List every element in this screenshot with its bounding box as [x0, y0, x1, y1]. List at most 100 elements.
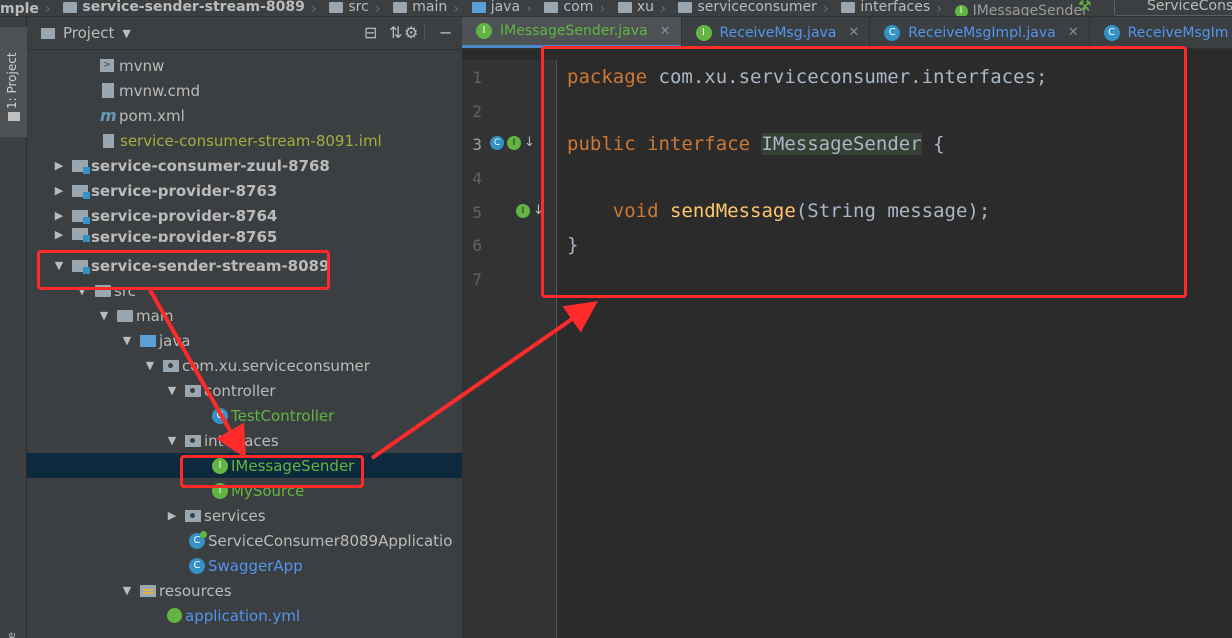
folder-icon — [329, 1, 344, 13]
run-configuration-select[interactable]: ServiceCons — [1114, 0, 1232, 16]
scroll-from-source-icon[interactable]: ⇅ — [389, 23, 402, 42]
breadcrumb-serviceconsumer[interactable]: serviceconsumer — [676, 0, 817, 14]
breadcrumb-interfaces[interactable]: interfaces — [839, 0, 930, 14]
package-icon — [617, 1, 632, 13]
spring-boot-class-icon: C — [189, 530, 207, 549]
chevron-right-icon: › — [45, 0, 51, 17]
bottom-tool-label[interactable]: e — [5, 632, 18, 638]
gear-icon[interactable]: ⚙ — [404, 23, 418, 42]
expand-arrow-icon[interactable]: ▶ — [54, 159, 64, 172]
spring-bean-icon: C — [490, 135, 504, 150]
collapse-arrow-icon[interactable]: ▼ — [122, 584, 132, 597]
tree-row-main[interactable]: ▼ main — [27, 303, 462, 328]
highlight-box-code — [541, 46, 1187, 298]
hide-icon[interactable]: − — [439, 23, 452, 42]
chevron-right-icon: › — [526, 0, 532, 17]
breadcrumb-label: java — [490, 0, 521, 15]
expand-arrow-icon[interactable]: ▶ — [54, 228, 64, 241]
tree-row-mvnw-cmd[interactable]: mvnw.cmd — [27, 78, 462, 103]
chevron-right-icon: › — [660, 0, 666, 17]
line-number: 4 — [472, 169, 482, 188]
module-icon — [72, 184, 90, 199]
collapse-arrow-icon[interactable]: ▼ — [167, 384, 177, 397]
tree-row-provider-8764[interactable]: ▶ service-provider-8764 — [27, 203, 462, 228]
close-icon[interactable]: ✕ — [660, 24, 671, 39]
project-tool-tab[interactable]: 1: Project — [0, 27, 27, 137]
gutter-markers-line-5[interactable]: I ↓ — [516, 203, 544, 218]
breadcrumb-label: service-sender-stream-8089 — [82, 0, 305, 15]
class-icon: C — [884, 24, 901, 41]
tree-row-iml[interactable]: service-consumer-stream-8091.iml — [27, 128, 462, 153]
tab-label: ReceiveMsgImpl.java — [908, 24, 1056, 41]
chevron-right-icon: › — [823, 0, 829, 17]
collapse-all-icon[interactable]: ⊟ — [364, 23, 377, 42]
tree-row-provider-8763[interactable]: ▶ service-provider-8763 — [27, 178, 462, 203]
gutter-markers-line-3[interactable]: C I ↓ — [490, 135, 535, 150]
tree-row-label: service-consumer-zuul-8768 — [91, 156, 330, 175]
breadcrumb-java[interactable]: java — [470, 0, 520, 14]
collapse-arrow-icon[interactable]: ▼ — [99, 309, 109, 322]
breadcrumb-label: mple — [0, 0, 39, 17]
tree-row-interfaces[interactable]: ▼ interfaces — [27, 428, 462, 453]
expand-arrow-icon[interactable]: ▶ — [167, 509, 177, 522]
close-icon[interactable]: ✕ — [1068, 25, 1079, 40]
project-panel-header: Project ▼ ⊟ ⇅ ⚙ − — [27, 17, 462, 50]
expand-arrow-icon[interactable]: ▶ — [54, 184, 64, 197]
tree-row-label: ServiceConsumer8089Applicatio — [208, 531, 453, 550]
build-hammer-icon[interactable]: ⚒ — [1078, 0, 1091, 14]
arrow-down-icon: ↓ — [524, 135, 535, 150]
breadcrumb-module[interactable]: service-sender-stream-8089 — [61, 0, 305, 14]
tab-receivemsgimpl[interactable]: C ReceiveMsgImpl.java ✕ — [870, 17, 1090, 48]
collapse-arrow-icon[interactable]: ▼ — [145, 359, 155, 372]
tree-row-label: mvnw.cmd — [119, 81, 201, 100]
tree-row-zuul-8768[interactable]: ▶ service-consumer-zuul-8768 — [27, 153, 462, 178]
source-folder-icon — [140, 334, 156, 347]
collapse-arrow-icon[interactable]: ▼ — [167, 434, 177, 447]
chevron-down-icon[interactable]: ▼ — [122, 27, 130, 40]
class-icon: C — [1103, 24, 1120, 41]
tree-row-mvnw[interactable]: > mvnw — [27, 53, 462, 78]
breadcrumb-com[interactable]: com — [542, 0, 593, 14]
navigation-bar: mple › service-sender-stream-8089 › src › m… — [0, 0, 1232, 17]
tree-row-application-yml[interactable]: application.yml — [27, 603, 462, 628]
breadcrumb-src[interactable]: src — [327, 0, 369, 14]
close-icon[interactable]: ✕ — [848, 25, 859, 40]
tree-row-label: service-provider-8764 — [91, 206, 278, 225]
implemented-icon: I — [516, 203, 530, 218]
tree-row-application-class[interactable]: C ServiceConsumer8089Applicatio — [27, 528, 462, 553]
tree-row-label: mvnw — [119, 56, 165, 75]
package-icon — [185, 384, 201, 397]
tree-row-controller[interactable]: ▼ controller — [27, 378, 462, 403]
tree-row-swaggerapp[interactable]: C SwaggerApp — [27, 553, 462, 578]
breadcrumb-main[interactable]: main — [391, 0, 447, 14]
tree-row-resources[interactable]: ▼ resources — [27, 578, 462, 603]
folder-icon — [8, 112, 20, 121]
chevron-right-icon: › — [936, 0, 942, 17]
tree-row-package[interactable]: ▼ com.xu.serviceconsumer — [27, 353, 462, 378]
package-icon — [185, 434, 201, 447]
tab-receivemsg[interactable]: I ReceiveMsg.java ✕ — [682, 17, 871, 48]
breadcrumb-imessagesender[interactable]: I IMessageSender — [953, 4, 1088, 16]
source-folder-icon — [471, 1, 486, 13]
project-panel-title[interactable]: Project — [63, 24, 114, 42]
project-icon — [41, 27, 55, 39]
line-number: 3 — [472, 135, 482, 154]
implemented-icon: I — [507, 135, 521, 150]
tree-row-services[interactable]: ▶ services — [27, 503, 462, 528]
line-number: 6 — [472, 236, 482, 255]
breadcrumb-xu[interactable]: xu — [616, 0, 654, 14]
tree-row-java[interactable]: ▼ java — [27, 328, 462, 353]
tab-imessagesender[interactable]: I IMessageSender.java ✕ — [462, 17, 682, 48]
tree-row-label: TestController — [231, 406, 335, 425]
interface-icon: I — [695, 24, 712, 41]
tree-row-testcontroller[interactable]: C TestController — [27, 403, 462, 428]
package-icon — [678, 1, 693, 13]
tree-row-label: service-provider-8765 — [91, 228, 278, 242]
chevron-right-icon: › — [599, 0, 606, 17]
tree-row-pom-xml[interactable]: m pom.xml — [27, 103, 462, 128]
tab-receivemsgim[interactable]: C ReceiveMsgIm — [1090, 17, 1232, 48]
collapse-arrow-icon[interactable]: ▼ — [122, 334, 132, 347]
tree-row-provider-8765[interactable]: ▶ service-provider-8765 — [27, 228, 462, 242]
breadcrumb-project[interactable]: mple — [0, 2, 39, 16]
expand-arrow-icon[interactable]: ▶ — [54, 209, 64, 222]
